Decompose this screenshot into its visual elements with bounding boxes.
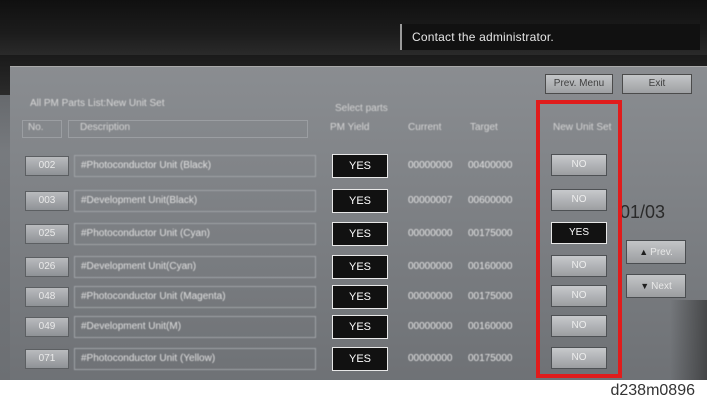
col-header-current: Current <box>408 122 442 133</box>
row-description: #Development Unit(Cyan) <box>74 256 316 278</box>
target-value: 00160000 <box>468 261 513 272</box>
target-value: 00175000 <box>468 291 513 302</box>
row-number-button[interactable]: 026 <box>25 257 69 277</box>
admin-message: Contact the administrator. <box>400 24 700 50</box>
target-value: 00600000 <box>468 195 513 206</box>
pm-yield-cell: YES <box>332 154 388 178</box>
pm-yield-cell: YES <box>332 285 388 309</box>
row-description: #Photoconductor Unit (Black) <box>74 155 316 177</box>
new-unit-set-highlight-box <box>536 100 622 378</box>
prev-page-button[interactable]: ▲ Prev. <box>626 240 686 264</box>
pm-yield-cell: YES <box>332 222 388 246</box>
current-value: 00000000 <box>408 228 453 239</box>
list-title: All PM Parts List:New Unit Set <box>30 98 165 109</box>
bezel-shadow <box>670 300 707 380</box>
exit-button[interactable]: Exit <box>622 74 692 94</box>
next-page-label: Next <box>651 281 672 292</box>
col-header-no: No. <box>28 122 44 133</box>
target-value: 00175000 <box>468 228 513 239</box>
row-description: #Photoconductor Unit (Yellow) <box>74 348 316 370</box>
pm-yield-cell: YES <box>332 189 388 213</box>
target-value: 00175000 <box>468 353 513 364</box>
figure-id-caption: d238m0896 <box>610 382 695 399</box>
row-number-button[interactable]: 003 <box>25 191 69 211</box>
operation-panel-photo: Contact the administrator. Prev. Menu Ex… <box>0 0 707 380</box>
pm-yield-cell: YES <box>332 347 388 371</box>
col-header-target: Target <box>470 122 498 133</box>
pm-yield-cell: YES <box>332 315 388 339</box>
select-parts-label: Select parts <box>335 103 388 114</box>
up-arrow-icon: ▲ <box>639 247 649 257</box>
row-description: #Photoconductor Unit (Cyan) <box>74 223 316 245</box>
row-number-button[interactable]: 002 <box>25 156 69 176</box>
target-value: 00160000 <box>468 321 513 332</box>
target-value: 00400000 <box>468 160 513 171</box>
current-value: 00000000 <box>408 353 453 364</box>
current-value: 00000000 <box>408 160 453 171</box>
prev-menu-button[interactable]: Prev. Menu <box>545 74 613 94</box>
row-number-button[interactable]: 025 <box>25 224 69 244</box>
row-number-button[interactable]: 071 <box>25 349 69 369</box>
col-header-pm-yield: PM Yield <box>330 122 370 133</box>
col-header-description: Description <box>80 122 131 133</box>
current-value: 00000007 <box>408 195 453 206</box>
next-page-button[interactable]: ▼ Next <box>626 274 686 298</box>
current-value: 00000000 <box>408 291 453 302</box>
row-number-button[interactable]: 048 <box>25 287 69 307</box>
current-value: 00000000 <box>408 321 453 332</box>
page-indicator: 01/03 <box>620 202 666 222</box>
prev-page-label: Prev. <box>650 247 673 258</box>
row-description: #Development Unit(M) <box>74 316 316 338</box>
pm-yield-cell: YES <box>332 255 388 279</box>
row-description: #Photoconductor Unit (Magenta) <box>74 286 316 308</box>
current-value: 00000000 <box>408 261 453 272</box>
row-description: #Development Unit(Black) <box>74 190 316 212</box>
down-arrow-icon: ▼ <box>640 281 650 291</box>
row-number-button[interactable]: 049 <box>25 317 69 337</box>
